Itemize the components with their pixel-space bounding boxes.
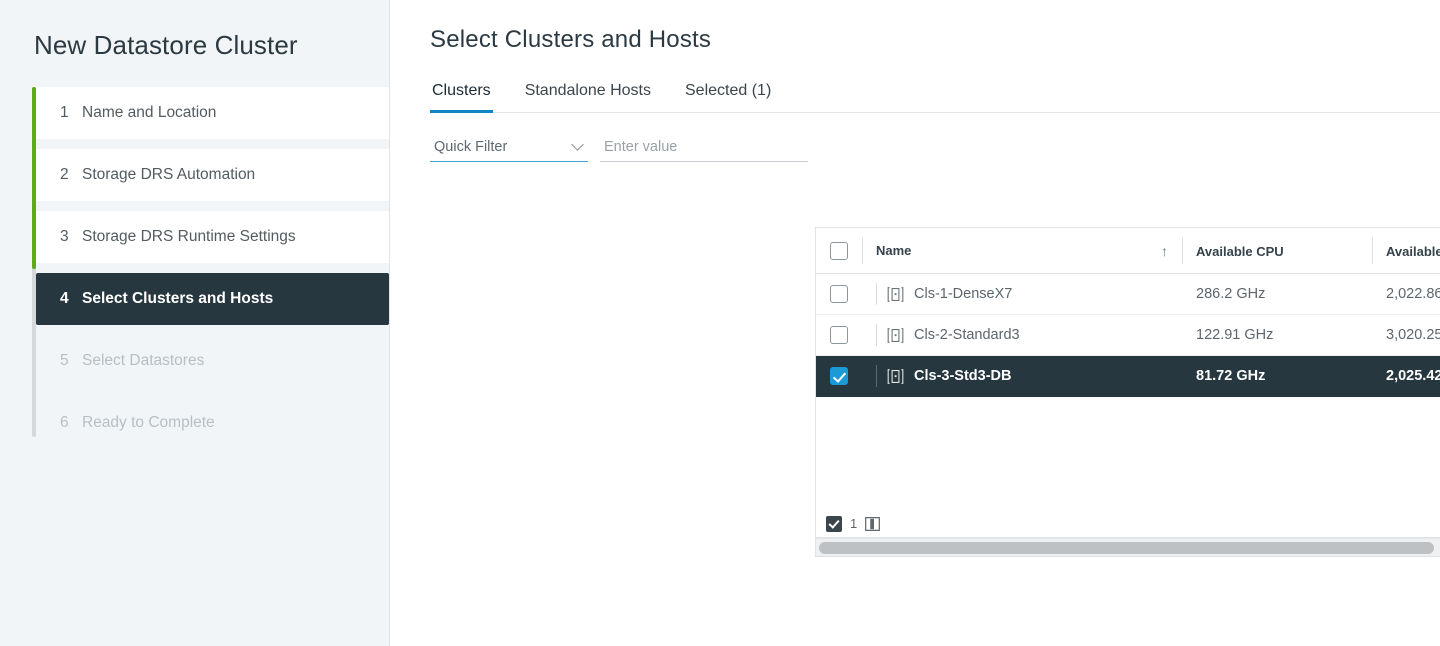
row-select-cell (816, 314, 862, 356)
step-number: 6 (60, 414, 69, 431)
column-header-label: Available Memory (1386, 243, 1440, 259)
sort-ascending-icon[interactable]: ↑ (1161, 243, 1168, 259)
step-label: Select Datastores (82, 352, 205, 369)
table-footer: 1 3 items (815, 510, 1440, 538)
row-checkbox[interactable] (830, 326, 848, 344)
wizard-sidebar: New Datastore Cluster 1 Name and Locatio… (0, 0, 390, 646)
cell-available-memory: 2,025.42 GB (1372, 355, 1440, 397)
step-number: 2 (60, 166, 69, 183)
row-divider (876, 324, 877, 346)
row-divider (876, 283, 877, 305)
cluster-icon (887, 286, 904, 302)
chevron-down-icon (571, 138, 584, 151)
scrollbar-thumb[interactable] (819, 542, 1434, 554)
column-header-label: Available CPU (1196, 243, 1284, 259)
cluster-name: Cls-3-Std3-DB (914, 368, 1012, 384)
table-header-row: Name ↑ Available CPU Available Memory Av… (816, 228, 1440, 274)
filter-row: Quick Filter (430, 135, 1440, 162)
filter-value-field[interactable] (600, 135, 808, 162)
cell-name: Cls-2-Standard3 (862, 314, 1182, 356)
tab-selected[interactable]: Selected (1) (683, 82, 773, 113)
step-label: Storage DRS Automation (82, 166, 256, 183)
row-divider (876, 365, 877, 387)
quick-filter-label: Quick Filter (434, 139, 508, 155)
clusters-table: Name ↑ Available CPU Available Memory Av… (815, 227, 1440, 557)
sidebar-step-ready-to-complete[interactable]: 6 Ready to Complete (36, 397, 389, 449)
filter-value-input[interactable] (604, 139, 808, 155)
step-label: Storage DRS Runtime Settings (82, 228, 296, 245)
column-header-name[interactable]: Name ↑ (862, 228, 1182, 274)
cell-available-cpu: 286.2 GHz (1182, 273, 1372, 315)
step-number: 4 (60, 290, 69, 307)
horizontal-scrollbar[interactable] (816, 538, 1440, 556)
cluster-icon (887, 368, 904, 384)
new-datastore-cluster-wizard: New Datastore Cluster 1 Name and Locatio… (0, 0, 1440, 646)
cluster-name: Cls-2-Standard3 (914, 327, 1020, 343)
sidebar-step-storage-drs-runtime-settings[interactable]: 3 Storage DRS Runtime Settings (36, 211, 389, 263)
cell-name: Cls-1-DenseX7 (862, 273, 1182, 315)
tab-clusters[interactable]: Clusters (430, 82, 493, 113)
column-chooser-icon[interactable] (865, 516, 881, 531)
column-header-available-cpu[interactable]: Available CPU (1182, 228, 1372, 274)
row-select-cell (816, 355, 862, 397)
cell-available-memory: 2,022.86 GB (1372, 273, 1440, 315)
column-header-available-memory[interactable]: Available Memory (1372, 228, 1440, 274)
row-checkbox[interactable] (830, 285, 848, 303)
main-header: Select Clusters and Hosts ✕ (390, 0, 1440, 56)
table-row[interactable]: Cls-2-Standard3 122.91 GHz 3,020.25 GB 1… (816, 314, 1440, 356)
cluster-name: Cls-1-DenseX7 (914, 286, 1013, 302)
cell-name: Cls-3-Std3-DB (862, 355, 1182, 397)
quick-filter-select[interactable]: Quick Filter (430, 135, 588, 162)
sidebar-step-storage-drs-automation[interactable]: 2 Storage DRS Automation (36, 149, 389, 201)
sidebar-step-name-and-location[interactable]: 1 Name and Location (36, 87, 389, 139)
wizard-title: New Datastore Cluster (34, 30, 298, 60)
select-all-checkbox[interactable] (830, 242, 848, 260)
cell-available-cpu: 122.91 GHz (1182, 314, 1372, 356)
row-select-cell (816, 273, 862, 315)
cluster-icon (887, 327, 904, 343)
step-number: 5 (60, 352, 69, 369)
sidebar-step-select-datastores[interactable]: 5 Select Datastores (36, 335, 389, 387)
page-title: Select Clusters and Hosts (430, 26, 712, 53)
wizard-main-panel: Select Clusters and Hosts ✕ Clusters Sta… (390, 0, 1440, 646)
cell-available-memory: 3,020.25 GB (1372, 314, 1440, 356)
step-label: Name and Location (82, 104, 217, 121)
step-label: Ready to Complete (82, 414, 215, 431)
wizard-step-list: 1 Name and Location 2 Storage DRS Automa… (0, 87, 389, 449)
tab-standalone-hosts[interactable]: Standalone Hosts (523, 82, 653, 113)
select-all-header (816, 228, 862, 274)
table-row[interactable]: Cls-3-Std3-DB 81.72 GHz 2,025.42 GB 12,2… (816, 355, 1440, 397)
selection-indicator-checkbox[interactable] (826, 515, 842, 532)
selected-count: 1 (850, 516, 858, 531)
column-header-label: Name (876, 243, 912, 258)
table-row[interactable]: Cls-1-DenseX7 286.2 GHz 2,022.86 GB 118,… (816, 273, 1440, 315)
step-label: Select Clusters and Hosts (82, 290, 274, 307)
step-number: 1 (60, 104, 69, 121)
tab-bar: Clusters Standalone Hosts Selected (1) (430, 82, 1440, 113)
row-checkbox[interactable] (830, 367, 848, 385)
cell-available-cpu: 81.72 GHz (1182, 355, 1372, 397)
step-number: 3 (60, 228, 69, 245)
sidebar-step-select-clusters-and-hosts[interactable]: 4 Select Clusters and Hosts (36, 273, 389, 325)
clusters-grid: Name ↑ Available CPU Available Memory Av… (816, 228, 1440, 397)
